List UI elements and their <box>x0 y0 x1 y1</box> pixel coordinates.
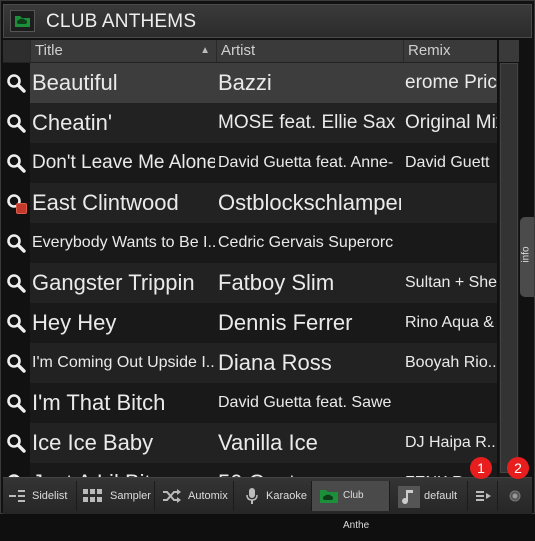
notification-badge-2: 2 <box>507 457 529 479</box>
info-panel-tab[interactable]: info <box>520 217 534 297</box>
track-artist: David Guetta feat. Sawe <box>218 394 392 411</box>
track-row[interactable]: Hey Hey Dennis Ferrer Rino Aqua & <box>3 303 497 343</box>
default-label: default <box>424 490 458 502</box>
track-row[interactable]: Cheatin' MOSE feat. Ellie Sax Original M… <box>3 103 497 143</box>
search-icon[interactable] <box>3 463 30 477</box>
column-header-remix[interactable]: Remix <box>403 40 497 62</box>
track-artist: Dennis Ferrer <box>218 310 353 335</box>
folder-title: CLUB ANTHEMS <box>46 11 197 32</box>
bottom-toolbar: Sidelist Sampler Automix Karaoke Club An… <box>3 477 532 531</box>
vertical-scrollbar[interactable] <box>499 63 519 477</box>
track-title: Ice Ice Baby <box>32 430 154 455</box>
track-row[interactable]: Gangster Trippin Fatboy Slim Sultan + Sh… <box>3 263 497 303</box>
search-icon[interactable] <box>3 303 30 343</box>
folder-cloud-icon <box>320 490 338 503</box>
search-icon[interactable] <box>3 383 30 423</box>
sidelist-icon <box>9 490 25 502</box>
track-title: Beautiful <box>32 70 118 95</box>
track-title: Just A Lil Bit <box>32 463 215 477</box>
karaoke-label: Karaoke <box>266 490 307 502</box>
track-row[interactable]: Beautiful Bazzi erome Price R <box>3 63 497 103</box>
search-icon[interactable] <box>3 143 30 183</box>
track-title: Gangster Trippin <box>32 270 195 295</box>
shuffle-icon <box>163 489 181 503</box>
track-artist: Cedric Gervais Superorc <box>218 234 394 251</box>
track-artist: Diana Ross <box>218 350 332 375</box>
track-remix: David Guett <box>405 154 490 171</box>
track-title: Everybody Wants to Be I... <box>32 234 215 251</box>
track-remix <box>405 383 497 423</box>
automix-label: Automix <box>188 490 228 502</box>
column-header-title[interactable]: Title ▲ <box>30 40 216 62</box>
track-artist: MOSE feat. Ellie Sax <box>218 112 396 133</box>
track-row[interactable]: Ice Ice Baby Vanilla Ice DJ Haipa R... <box>3 423 497 463</box>
track-artist: Vanilla Ice <box>218 430 318 455</box>
track-row[interactable]: East Clintwood Ostblockschlampen <box>3 183 497 223</box>
add-to-list-button[interactable] <box>468 481 498 511</box>
track-row[interactable]: I'm Coming Out Upside I... Diana Ross Bo… <box>3 343 497 383</box>
default-playlist-button[interactable]: default <box>390 481 468 511</box>
sidelist-button[interactable]: Sidelist <box>3 481 77 511</box>
microphone-icon <box>246 488 258 504</box>
browser-panel: CLUB ANTHEMS Title ▲ Artist Remix Beauti… <box>0 0 535 531</box>
column-header-icon[interactable] <box>3 40 30 62</box>
search-icon-with-red-badge[interactable] <box>3 183 30 223</box>
sampler-label: Sampler <box>110 490 151 502</box>
column-header-row: Title ▲ Artist Remix <box>3 40 497 63</box>
track-row[interactable]: Just A Lil Bit 50 Cent FENK R... <box>3 463 497 477</box>
column-header-artist[interactable]: Artist <box>216 40 403 62</box>
search-icon[interactable] <box>3 223 30 263</box>
automix-button[interactable]: Automix <box>155 481 234 511</box>
search-icon[interactable] <box>3 263 30 303</box>
column-header-corner <box>499 40 519 62</box>
sampler-button[interactable]: Sampler <box>77 481 155 511</box>
track-remix: Original Mix <box>405 112 497 133</box>
club-anthems-label: Club Anthe <box>343 490 370 531</box>
record-icon <box>509 490 521 502</box>
track-remix: Rino Aqua & <box>405 314 494 331</box>
karaoke-button[interactable]: Karaoke <box>234 481 312 511</box>
track-row[interactable]: I'm That Bitch David Guetta feat. Sawe <box>3 383 497 423</box>
playlist-note-icon <box>398 486 420 508</box>
search-icon[interactable] <box>3 423 30 463</box>
track-artist: Bazzi <box>218 70 272 95</box>
sort-ascending-icon: ▲ <box>200 45 210 56</box>
track-title: I'm Coming Out Upside I... <box>32 354 215 371</box>
track-title: I'm That Bitch <box>32 390 166 415</box>
track-remix: Booyah Rio... <box>405 354 497 371</box>
track-remix <box>405 223 497 263</box>
red-badge-icon <box>16 203 27 214</box>
scrollbar-thumb[interactable] <box>500 63 518 473</box>
notification-badge-1: 1 <box>470 457 492 479</box>
folder-cloud-icon[interactable] <box>10 10 35 32</box>
track-title: East Clintwood <box>32 190 179 215</box>
track-title: Hey Hey <box>32 310 117 335</box>
club-anthems-button[interactable]: Club Anthe <box>312 481 390 531</box>
sampler-grid-icon <box>83 489 102 502</box>
track-row[interactable]: Everybody Wants to Be I... Cedric Gervai… <box>3 223 497 263</box>
track-remix: erome Price R <box>405 72 497 93</box>
track-title: Cheatin' <box>32 110 113 135</box>
track-artist: 50 Cent <box>218 463 401 477</box>
search-icon[interactable] <box>3 343 30 383</box>
info-tab-label: info <box>520 246 532 263</box>
search-icon[interactable] <box>3 63 30 103</box>
track-remix <box>405 183 497 223</box>
track-row[interactable]: Don't Leave Me Alone David Guetta feat. … <box>3 143 497 183</box>
record-button[interactable] <box>498 481 532 511</box>
search-icon[interactable] <box>3 103 30 143</box>
track-artist: Fatboy Slim <box>218 270 335 295</box>
track-list: Beautiful Bazzi erome Price R Cheatin' M… <box>3 63 497 477</box>
sidelist-label: Sidelist <box>32 490 68 502</box>
track-artist: David Guetta feat. Anne- <box>218 154 394 171</box>
folder-header: CLUB ANTHEMS <box>3 4 532 38</box>
column-header-title-label: Title <box>35 42 63 59</box>
track-remix: Sultan + She <box>405 274 497 291</box>
add-to-list-icon <box>476 491 491 501</box>
track-title: Don't Leave Me Alone <box>32 152 215 173</box>
track-artist: Ostblockschlampen <box>218 190 401 215</box>
